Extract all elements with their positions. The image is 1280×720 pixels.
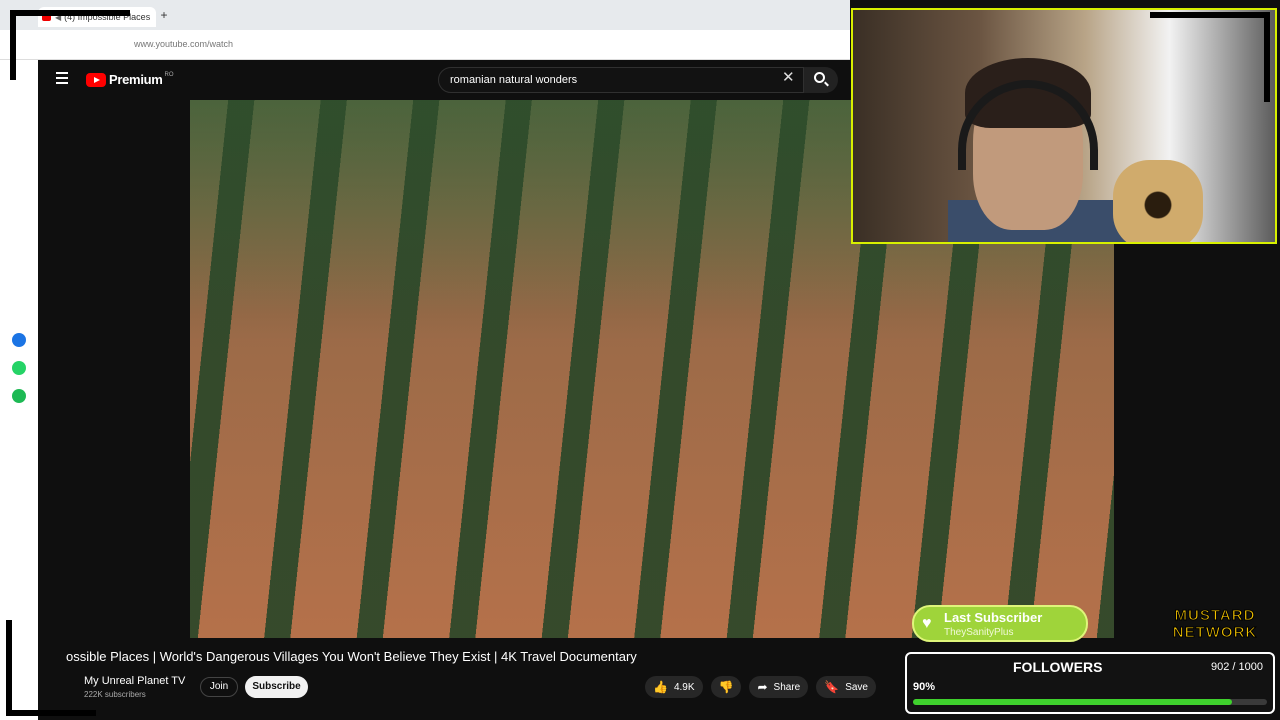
youtube-header: Premium RO romanian natural wonders ✕ bbox=[38, 60, 850, 100]
dislike-icon: 👎 bbox=[718, 680, 734, 694]
share-button[interactable]: ➦ Share bbox=[749, 676, 809, 698]
video-actions: 👍 4.9K 👎 ➦ Share 🔖 Save bbox=[645, 676, 876, 698]
save-icon: 🔖 bbox=[824, 680, 840, 694]
stream-frame: ◀ (4) Impossible Places + www.youtube.co… bbox=[0, 0, 1280, 720]
followers-label: FOLLOWERS bbox=[1013, 659, 1103, 675]
last-subscriber-alert: ♥ Last Subscriber TheySanityPlus bbox=[912, 605, 1088, 642]
corner-frame-bottom-left bbox=[6, 620, 96, 716]
network-line1: MUSTARD bbox=[1174, 607, 1256, 625]
channel-name[interactable]: My Unreal Planet TV bbox=[84, 675, 185, 687]
search-button[interactable] bbox=[804, 67, 838, 93]
title-suffix: 4K Travel Documentary bbox=[500, 649, 637, 664]
last-subscriber-name: TheySanityPlus bbox=[944, 627, 1014, 638]
spotify-icon[interactable] bbox=[12, 389, 26, 403]
like-count: 4.9K bbox=[673, 681, 695, 693]
like-button[interactable]: 👍 4.9K bbox=[645, 676, 703, 698]
clear-search-icon[interactable]: ✕ bbox=[782, 70, 795, 86]
search-query: romanian natural wonders bbox=[450, 74, 578, 86]
search-input[interactable]: romanian natural wonders bbox=[438, 67, 804, 93]
corner-frame-top-right bbox=[1150, 12, 1270, 102]
share-label: Share bbox=[773, 681, 801, 693]
followers-count: 902 / 1000 bbox=[1211, 661, 1263, 673]
last-subscriber-heading: Last Subscriber bbox=[944, 610, 1043, 625]
whatsapp-icon[interactable] bbox=[12, 361, 26, 375]
search-icon bbox=[814, 72, 825, 83]
save-label: Save bbox=[845, 681, 868, 693]
followers-progress-track bbox=[913, 699, 1267, 705]
region-code: RO bbox=[164, 72, 174, 78]
save-button[interactable]: 🔖 Save bbox=[816, 676, 876, 698]
followers-goal: FOLLOWERS 902 / 1000 90% bbox=[905, 652, 1275, 714]
network-logo: MUSTARD NETWORK bbox=[1156, 607, 1274, 643]
heart-icon: ♥ bbox=[922, 615, 932, 632]
followers-percent: 90% bbox=[913, 681, 936, 693]
network-line2: NETWORK bbox=[1172, 624, 1258, 642]
join-button[interactable]: Join bbox=[200, 677, 238, 697]
share-icon: ➦ bbox=[757, 680, 768, 694]
title-main: World's Dangerous Villages You Won't Bel… bbox=[159, 649, 491, 664]
dislike-button[interactable]: 👎 bbox=[710, 676, 742, 698]
messenger-icon[interactable] bbox=[12, 333, 26, 347]
like-icon: 👍 bbox=[653, 680, 668, 694]
leopard-chair bbox=[1113, 160, 1203, 242]
subscribe-button[interactable]: Subscribe bbox=[245, 676, 308, 698]
video-title: ossible Places | World's Dangerous Villa… bbox=[66, 649, 637, 664]
new-tab-button[interactable]: + bbox=[157, 8, 171, 22]
corner-frame-top-left bbox=[10, 10, 130, 80]
url-text: www.youtube.com/watch bbox=[134, 39, 234, 49]
followers-progress-fill bbox=[913, 699, 1233, 705]
